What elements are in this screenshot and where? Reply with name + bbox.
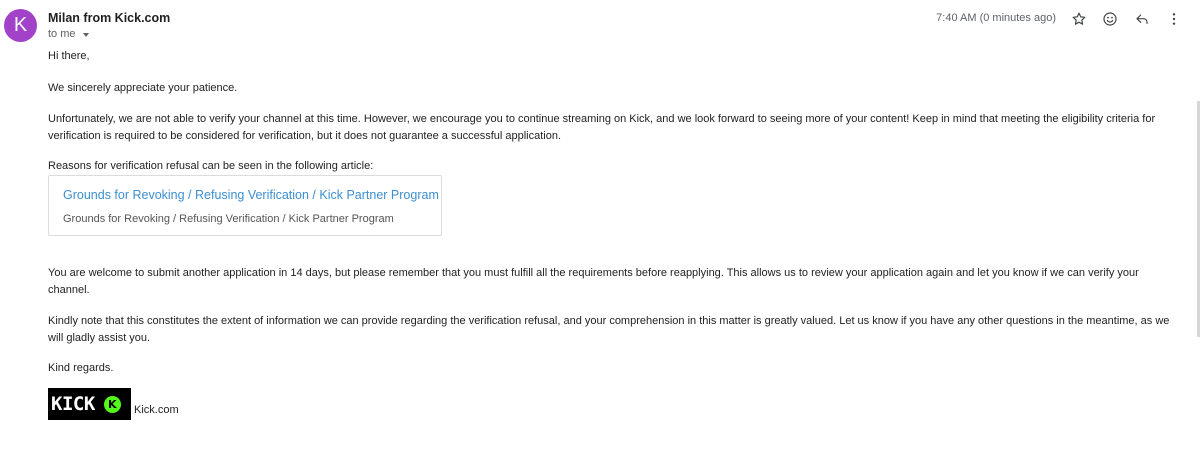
paragraph-appreciation: We sincerely appreciate your patience. (48, 82, 238, 94)
article-link[interactable]: Grounds for Revoking / Refusing Verifica… (63, 188, 439, 202)
logo-wordmark: KICK (51, 393, 95, 415)
recipient-label: to me (48, 28, 76, 40)
reply-icon[interactable] (1133, 10, 1151, 28)
paragraph-reasons: Reasons for verification refusal can be … (48, 160, 374, 172)
recipient-details[interactable]: to me (48, 28, 89, 40)
chevron-down-icon[interactable] (82, 32, 89, 37)
signoff: Kind regards. (48, 362, 114, 374)
kick-logo: KICK K (48, 388, 131, 420)
star-icon[interactable] (1070, 10, 1088, 28)
paragraph-reapply: You are welcome to submit another applic… (48, 267, 1139, 296)
link-preview-card[interactable]: Grounds for Revoking / Refusing Verifica… (48, 175, 442, 236)
kick-badge-icon: K (103, 395, 121, 413)
paragraph-closing: Kindly note that this constitutes the ex… (48, 315, 1170, 344)
article-description: Grounds for Revoking / Refusing Verifica… (63, 213, 394, 225)
more-options-icon[interactable] (1165, 10, 1183, 28)
emoji-icon[interactable] (1101, 10, 1119, 28)
paragraph-refusal: Unfortunately, we are not able to verify… (48, 113, 1156, 142)
avatar[interactable]: K (4, 9, 37, 42)
email-view: K Milan from Kick.com to me 7:40 AM (0 m… (0, 0, 1200, 463)
timestamp: 7:40 AM (0 minutes ago) (936, 12, 1056, 24)
brand-link[interactable]: Kick.com (134, 404, 179, 416)
greeting: Hi there, (48, 50, 90, 62)
sender-name[interactable]: Milan from Kick.com (48, 11, 170, 25)
